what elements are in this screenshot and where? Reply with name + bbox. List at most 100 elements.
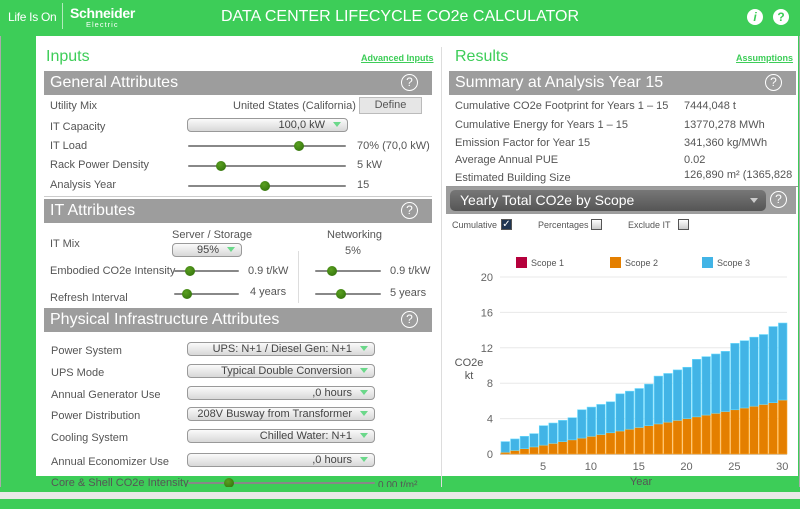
summary-row-value: 341,360 kg/MWh — [684, 137, 768, 149]
results-title: Results — [455, 48, 509, 65]
slider-knob[interactable] — [326, 266, 337, 276]
rack-density-label: Rack Power Density — [50, 159, 150, 171]
it-column-divider — [298, 251, 299, 303]
network-refresh-slider[interactable] — [315, 289, 381, 299]
dropdown-arrow-icon — [360, 457, 368, 462]
option-checkbox[interactable] — [591, 219, 602, 230]
physical-row-select[interactable]: ,0 hours — [187, 386, 375, 400]
analysis-year-slider[interactable] — [188, 181, 346, 191]
summary-row-value: 13770,278 MWh — [684, 119, 765, 131]
header-bar: Life Is On Schneider Electric DATA CENTE… — [0, 0, 800, 36]
it-capacity-label: IT Capacity — [50, 121, 106, 133]
physical-row-label: Annual Generator Use — [51, 389, 161, 401]
dropdown-arrow-icon — [360, 368, 368, 373]
it-attributes-header: IT Attributes ? — [44, 199, 432, 223]
physical-row-value: ,0 hours — [312, 387, 352, 399]
summary-title: Summary at Analysis Year 15 — [455, 74, 664, 91]
summary-row-value: 126,890 m² (1365,828 — [684, 169, 793, 181]
server-embodied-value: 0.9 t/kW — [248, 265, 289, 277]
network-refresh-value: 5 years — [390, 287, 427, 299]
physical-row-label: Cooling System — [51, 432, 129, 444]
dropdown-arrow-icon — [360, 433, 368, 438]
server-storage-header: Server / Storage — [172, 229, 253, 241]
utility-mix-label: Utility Mix — [50, 100, 98, 112]
physical-row-value: UPS: N+1 / Diesel Gen: N+1 — [212, 343, 352, 355]
summary-row-value: 0.02 — [684, 154, 706, 166]
assumptions-link[interactable]: Assumptions — [736, 53, 793, 63]
help-circle-icon[interactable]: ? — [401, 74, 418, 91]
advanced-inputs-link[interactable]: Advanced Inputs — [361, 53, 434, 63]
dropdown-arrow-icon — [360, 390, 368, 395]
refresh-label: Refresh Interval — [50, 292, 128, 304]
general-attributes-header: General Attributes ? — [44, 71, 432, 95]
summary-header: Summary at Analysis Year 15 ? — [449, 71, 796, 95]
it-load-slider[interactable] — [188, 141, 346, 151]
embodied-label: Embodied CO2e Intensity — [50, 265, 176, 277]
slider-knob[interactable] — [293, 141, 304, 151]
it-mix-label: IT Mix — [50, 238, 80, 250]
physical-row-label: UPS Mode — [51, 367, 105, 379]
it-capacity-select[interactable]: 100,0 kW — [187, 118, 348, 132]
summary-row-value: 7444,048 t — [684, 100, 736, 112]
it-load-value: 70% (70,0 kW) — [357, 140, 430, 152]
section-divider — [44, 196, 432, 197]
footer-strip — [0, 492, 800, 499]
server-mix-select[interactable]: 95% — [172, 243, 242, 257]
option-checkbox[interactable]: ✓ — [501, 219, 512, 230]
physical-row-select[interactable]: Chilled Water: N+1 — [187, 429, 375, 443]
physical-row-value: Typical Double Conversion — [221, 365, 352, 377]
option-label: Percentages — [538, 220, 589, 230]
server-refresh-value: 4 years — [250, 286, 287, 298]
column-divider — [441, 47, 442, 487]
physical-row-select[interactable]: Typical Double Conversion — [187, 364, 375, 378]
utility-mix-value: United States (California) — [233, 100, 356, 112]
physical-attributes-header: Physical Infrastructure Attributes ? — [44, 308, 432, 332]
chart-type-select[interactable]: Yearly Total CO2e by Scope — [450, 190, 766, 211]
info-icon[interactable]: i — [747, 9, 763, 25]
summary-row-label: Emission Factor for Year 15 — [455, 137, 591, 149]
rack-density-slider[interactable] — [188, 161, 346, 171]
physical-row-select[interactable]: UPS: N+1 / Diesel Gen: N+1 — [187, 342, 375, 356]
physical-row-select[interactable]: 208V Busway from Transformer — [187, 407, 375, 421]
dropdown-arrow-icon — [333, 122, 341, 127]
help-circle-icon[interactable]: ? — [401, 202, 418, 219]
rack-density-value: 5 kW — [357, 159, 383, 171]
server-embodied-slider[interactable] — [174, 266, 239, 276]
analysis-year-value: 15 — [357, 179, 370, 191]
option-checkbox[interactable] — [678, 219, 689, 230]
slider-knob[interactable] — [182, 289, 192, 299]
server-refresh-slider[interactable] — [174, 289, 239, 299]
physical-row-value: ,0 hours — [312, 454, 352, 466]
help-circle-icon[interactable]: ? — [401, 311, 418, 328]
summary-row-label: Cumulative CO2e Footprint for Years 1 – … — [455, 100, 669, 112]
option-label: Exclude IT — [628, 220, 671, 230]
dropdown-arrow-icon — [360, 411, 368, 416]
physical-row-label: Annual Economizer Use — [51, 456, 170, 468]
physical-row-value: Chilled Water: N+1 — [259, 430, 352, 442]
help-icon[interactable]: ? — [773, 9, 789, 25]
networking-header: Networking — [327, 229, 383, 241]
physical-attributes-title: Physical Infrastructure Attributes — [50, 311, 280, 328]
footer-bar — [0, 487, 800, 509]
summary-row-label: Average Annual PUE — [455, 154, 559, 166]
inputs-title: Inputs — [46, 48, 90, 65]
chart-type-value: Yearly Total CO2e by Scope — [460, 192, 635, 208]
dropdown-arrow-icon — [750, 198, 758, 203]
dropdown-arrow-icon — [360, 346, 368, 351]
physical-row-value: 208V Busway from Transformer — [197, 408, 352, 420]
physical-row-label: Power Distribution — [51, 410, 141, 422]
core-shell-slider[interactable] — [188, 478, 375, 488]
general-attributes-title: General Attributes — [50, 74, 179, 91]
app-title: DATA CENTER LIFECYCLE CO2e CALCULATOR — [220, 8, 579, 25]
physical-row-select[interactable]: ,0 hours — [187, 453, 375, 467]
define-button[interactable]: Define — [359, 97, 422, 114]
it-attributes-title: IT Attributes — [50, 202, 136, 219]
physical-row-label: Power System — [51, 345, 122, 357]
summary-row-label: Cumulative Energy for Years 1 – 15 — [455, 119, 629, 131]
help-circle-icon[interactable]: ? — [765, 74, 782, 91]
it-load-label: IT Load — [50, 140, 88, 152]
summary-row-label: Estimated Building Size — [455, 172, 571, 184]
network-embodied-slider[interactable] — [315, 266, 381, 276]
option-label: Cumulative — [452, 220, 498, 230]
help-circle-icon[interactable]: ? — [770, 191, 787, 208]
